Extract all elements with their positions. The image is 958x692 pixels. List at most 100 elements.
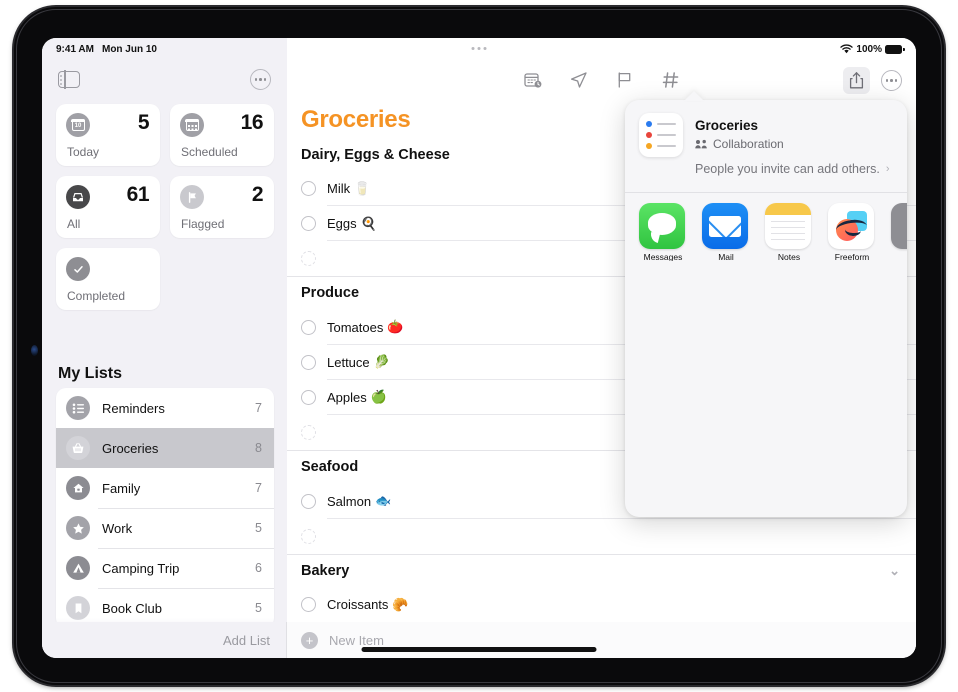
sidebar-item-groceries[interactable]: Groceries 8 bbox=[56, 428, 274, 468]
sidebar-item-reminders[interactable]: Reminders 7 bbox=[56, 388, 274, 428]
smart-card-count: 16 bbox=[240, 111, 264, 134]
smart-card-flagged[interactable]: 2 Flagged bbox=[170, 176, 274, 238]
dot bbox=[263, 78, 267, 81]
item-emoji: 🍅 bbox=[387, 319, 404, 335]
sidebar-item-family[interactable]: Family 7 bbox=[56, 468, 274, 508]
location-icon[interactable] bbox=[569, 70, 589, 90]
icon-row bbox=[646, 143, 676, 149]
complete-circle-icon[interactable] bbox=[301, 493, 316, 509]
window-handle-dots[interactable] bbox=[471, 47, 487, 50]
flag-icon[interactable] bbox=[615, 70, 635, 90]
sidebar-item-work[interactable]: Work 5 bbox=[56, 508, 274, 548]
chevron-down-icon[interactable]: ⌄ bbox=[889, 563, 900, 579]
section-title: Produce bbox=[301, 285, 360, 302]
sidebar-item-label: Reminders bbox=[102, 400, 165, 416]
house-icon bbox=[66, 476, 90, 500]
section-header-bakery[interactable]: Bakery ⌄ bbox=[287, 554, 916, 587]
smart-card-label: Completed bbox=[67, 289, 126, 303]
share-apps-row[interactable]: Messages Mail Notes Freeform bbox=[625, 193, 907, 261]
complete-circle-icon[interactable] bbox=[301, 528, 316, 544]
calendar-day-icon: 10 bbox=[66, 113, 90, 137]
app-label: Messages bbox=[643, 251, 683, 261]
share-popover[interactable]: Groceries Collaboration People you invit… bbox=[625, 100, 907, 517]
dot bbox=[477, 47, 481, 50]
complete-circle-icon[interactable] bbox=[301, 216, 316, 231]
sidebar-item-camping-trip[interactable]: Camping Trip 6 bbox=[56, 548, 274, 588]
dot bbox=[890, 79, 893, 82]
sidebar-item-count: 7 bbox=[255, 401, 262, 415]
smart-card-all[interactable]: 61 All bbox=[56, 176, 160, 238]
share-permission-button[interactable]: People you invite can add others. › bbox=[695, 162, 890, 176]
ipad-device-frame: 9:41 AM Mon Jun 10 100% 10 5 Today 16 Sc… bbox=[14, 7, 944, 685]
freeform-squiggle-2 bbox=[844, 223, 862, 237]
editor-toolbar-icons bbox=[523, 70, 681, 90]
sidebar-item-label: Camping Trip bbox=[102, 560, 180, 576]
smart-card-today[interactable]: 10 5 Today bbox=[56, 104, 160, 166]
share-target-partial[interactable]: wi bbox=[891, 202, 907, 261]
smart-card-label: Scheduled bbox=[181, 145, 238, 159]
smart-card-label: All bbox=[67, 217, 81, 231]
complete-circle-icon[interactable] bbox=[301, 424, 316, 440]
status-time: 9:41 AM bbox=[56, 43, 94, 55]
status-bar-right: 100% bbox=[840, 44, 905, 55]
app-label: wi bbox=[891, 253, 907, 261]
item-label: Eggs bbox=[327, 216, 357, 231]
line bbox=[771, 226, 805, 228]
new-item-bar[interactable]: + New Item bbox=[287, 622, 916, 658]
envelope-flap bbox=[709, 216, 741, 237]
inbox-tray-icon bbox=[66, 185, 90, 209]
tent-triangle-icon bbox=[66, 556, 90, 580]
icon-row bbox=[646, 121, 676, 127]
sidebar-ellipsis-circle-icon[interactable] bbox=[250, 69, 271, 90]
my-lists-heading: My Lists bbox=[58, 365, 123, 382]
dot bbox=[894, 79, 898, 82]
share-target-freeform[interactable]: Freeform bbox=[828, 202, 876, 261]
dot bbox=[885, 79, 889, 82]
date-time-icon[interactable] bbox=[523, 70, 543, 90]
home-indicator[interactable] bbox=[361, 647, 597, 652]
my-lists-container: Reminders 7 Groceries 8 Family 7 Work 5 … bbox=[56, 388, 274, 628]
reminders-list-icon bbox=[639, 113, 683, 157]
mail-app-icon bbox=[702, 202, 748, 249]
popover-subtitle-row: Collaboration bbox=[695, 137, 784, 151]
complete-circle-icon[interactable] bbox=[301, 251, 316, 266]
add-list-label: Add List bbox=[223, 632, 270, 648]
smart-card-scheduled[interactable]: 16 Scheduled bbox=[170, 104, 274, 166]
add-list-button[interactable]: Add List bbox=[42, 622, 287, 658]
battery-full-icon bbox=[885, 44, 905, 54]
smart-card-count: 61 bbox=[126, 183, 150, 206]
smart-card-label: Flagged bbox=[181, 217, 225, 231]
sidebar-toggle-icon[interactable] bbox=[58, 70, 80, 89]
complete-circle-icon[interactable] bbox=[301, 181, 316, 196]
complete-circle-icon[interactable] bbox=[301, 389, 316, 405]
tags-hash-icon[interactable] bbox=[661, 70, 681, 90]
shopping-basket-icon bbox=[66, 436, 90, 460]
smart-card-completed[interactable]: Completed bbox=[56, 248, 160, 310]
share-button[interactable] bbox=[843, 67, 870, 94]
section-title: Dairy, Eggs & Cheese bbox=[301, 146, 450, 163]
sidebar-item-label: Work bbox=[102, 520, 133, 536]
notes-app-icon bbox=[765, 202, 811, 249]
item-emoji: 🍏 bbox=[370, 389, 387, 405]
complete-circle-icon[interactable] bbox=[301, 597, 316, 613]
item-row[interactable]: Croissants 🥐 bbox=[287, 587, 916, 622]
item-emoji: 🐟 bbox=[375, 493, 392, 509]
popover-header: Groceries Collaboration People you invit… bbox=[625, 100, 907, 192]
item-label: Milk bbox=[327, 181, 351, 196]
status-date: Mon Jun 10 bbox=[101, 43, 157, 55]
plus-circle-icon[interactable]: + bbox=[301, 631, 318, 649]
popover-arrow bbox=[684, 91, 704, 101]
item-emoji: 🍳 bbox=[360, 215, 377, 231]
complete-circle-icon[interactable] bbox=[301, 319, 316, 335]
complete-circle-icon[interactable] bbox=[301, 354, 316, 370]
share-target-notes[interactable]: Notes bbox=[765, 202, 813, 261]
item-row-placeholder[interactable] bbox=[287, 519, 916, 554]
star-icon bbox=[66, 516, 90, 540]
line bbox=[656, 134, 676, 136]
content-ellipsis-circle-icon[interactable] bbox=[881, 70, 902, 91]
item-label: Apples bbox=[327, 389, 367, 405]
share-target-mail[interactable]: Mail bbox=[702, 202, 750, 261]
share-target-messages[interactable]: Messages bbox=[639, 202, 687, 261]
item-label: Croissants bbox=[327, 597, 389, 613]
chevron-right-icon: › bbox=[885, 163, 890, 175]
